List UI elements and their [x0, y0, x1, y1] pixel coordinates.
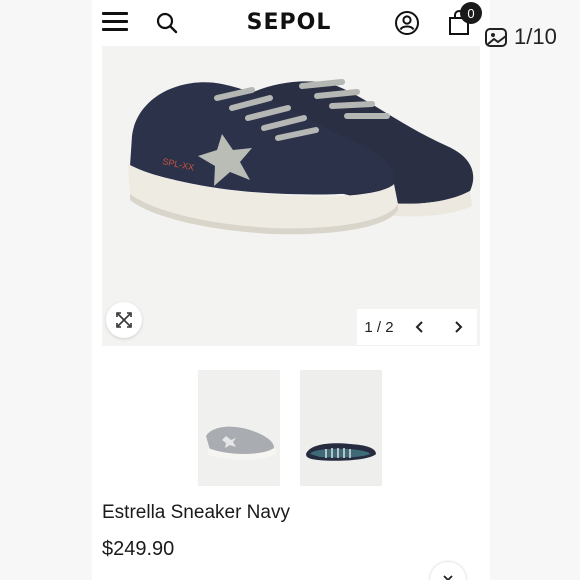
- account-icon[interactable]: [392, 8, 422, 38]
- sneaker-image: SPL-XX: [102, 46, 480, 346]
- site-header: SEPOL 0: [92, 0, 490, 46]
- product-price: $249.90: [102, 538, 175, 560]
- gallery-counter: 1/10: [484, 22, 564, 52]
- sneaker-gray-thumbnail: [198, 370, 280, 486]
- image-pager: 1 / 2: [357, 309, 477, 345]
- gallery-icon: [485, 28, 507, 47]
- gallery-counter-text: 1/10: [514, 24, 557, 49]
- left-margin: [0, 0, 92, 580]
- product-page: SEPOL 0 SPL-XX 1 / 2 Estrella Sneaker Na…: [92, 0, 490, 580]
- cart-count-badge: 0: [460, 2, 482, 24]
- sneaker-top-thumbnail: [300, 370, 382, 486]
- expand-icon[interactable]: [106, 302, 142, 338]
- site-logo[interactable]: SEPOL: [234, 6, 344, 38]
- chevron-right-icon[interactable]: [439, 309, 477, 345]
- right-margin: [490, 0, 580, 580]
- product-title: Estrella Sneaker Navy: [102, 502, 290, 523]
- chevron-left-icon[interactable]: [401, 309, 439, 345]
- close-icon[interactable]: [430, 562, 466, 580]
- hamburger-menu-icon[interactable]: [98, 8, 132, 36]
- search-icon[interactable]: [152, 8, 182, 38]
- image-pager-text: 1 / 2: [364, 318, 394, 336]
- thumbnail-2[interactable]: [300, 370, 382, 486]
- product-main-image[interactable]: SPL-XX 1 / 2: [102, 46, 480, 346]
- thumbnail-1[interactable]: [198, 370, 280, 486]
